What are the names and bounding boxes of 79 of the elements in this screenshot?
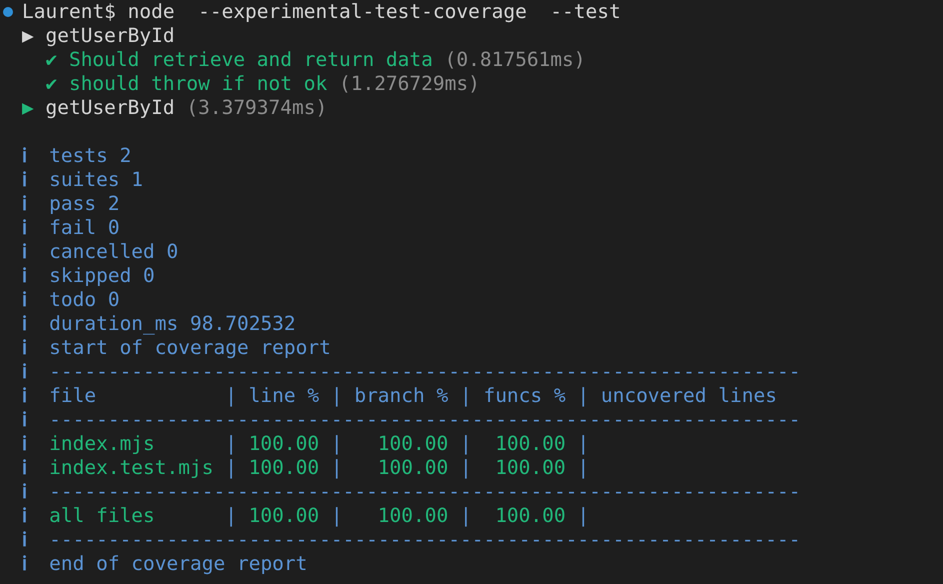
info-text: tests 2 [49, 144, 132, 168]
info-text: cancelled 0 [49, 240, 178, 264]
check-icon: ✔ [45, 48, 58, 72]
table-cell-text: 100.00 [494, 504, 567, 528]
column-separator: | [330, 456, 343, 480]
table-cell-text: index.mjs [49, 432, 156, 456]
column-separator: | [460, 384, 472, 408]
column-separator: | [225, 504, 237, 528]
duration-text: (3.379374ms) [186, 96, 328, 120]
column-separator: | [225, 384, 237, 408]
info-text: end of coverage report [49, 552, 308, 576]
info-icon: ℹ [22, 552, 36, 576]
info-icon: ℹ [22, 528, 36, 552]
column-separator: | [577, 432, 590, 456]
info-icon: ℹ [22, 144, 36, 168]
info-icon: ℹ [22, 192, 36, 216]
table-cell-text: 100.00 [494, 456, 567, 480]
column-separator: | [330, 432, 343, 456]
info-text: suites 1 [49, 168, 144, 192]
table-cell-text: 100.00 [494, 432, 567, 456]
table-cell-text: 100.00 [248, 456, 320, 480]
column-header: line % [248, 384, 320, 408]
suite-marker: ▶ [22, 96, 34, 120]
suite-name: getUserById [45, 24, 175, 48]
table-rule: ---------------------------------------------------------------- [49, 408, 800, 432]
check-icon: ✔ [45, 72, 58, 96]
column-header: branch % [353, 384, 450, 408]
info-icon: ℹ [22, 480, 36, 504]
info-icon: ℹ [22, 336, 36, 360]
column-header: file [49, 384, 98, 408]
duration-text: (1.276729ms) [338, 72, 480, 96]
column-header: uncovered lines [600, 384, 777, 408]
table-cell-text: 100.00 [376, 432, 450, 456]
column-separator: | [330, 504, 343, 528]
table-cell-text: 100.00 [376, 504, 450, 528]
test-name: should throw if not ok [68, 72, 328, 96]
info-icon: ℹ [22, 360, 36, 384]
column-separator: | [577, 504, 590, 528]
info-icon: ℹ [22, 264, 36, 288]
table-rule: ---------------------------------------------------------------- [49, 480, 800, 504]
column-separator: | [225, 432, 237, 456]
info-text: duration_ms 98.702532 [49, 312, 296, 336]
table-cell-text: 100.00 [248, 432, 320, 456]
table-rule: ---------------------------------------------------------------- [49, 360, 800, 384]
info-icon: ℹ [22, 168, 36, 192]
column-separator: | [577, 384, 590, 408]
info-text: todo 0 [49, 288, 120, 312]
info-icon: ℹ [22, 216, 36, 240]
table-rule: ---------------------------------------------------------------- [49, 528, 800, 552]
info-text: fail 0 [49, 216, 120, 240]
info-icon: ℹ [22, 408, 36, 432]
command-text: node --experimental-test-coverage --test [128, 0, 621, 24]
test-name: Should retrieve and return data [68, 48, 433, 72]
column-separator: | [460, 432, 472, 456]
column-separator: | [225, 456, 237, 480]
info-text: start of coverage report [49, 336, 331, 360]
column-separator: | [577, 456, 590, 480]
duration-text: (0.817561ms) [444, 48, 586, 72]
status-dot-icon [3, 7, 13, 17]
column-separator: | [460, 504, 472, 528]
table-cell-text: 100.00 [376, 456, 450, 480]
suite-name: getUserById [45, 96, 175, 120]
info-icon: ℹ [22, 288, 36, 312]
table-cell-text: 100.00 [248, 504, 320, 528]
suite-marker: ▶ [22, 24, 34, 48]
info-icon: ℹ [22, 312, 36, 336]
info-text: pass 2 [49, 192, 120, 216]
column-separator: | [330, 384, 343, 408]
column-header: funcs % [482, 384, 567, 408]
info-text: skipped 0 [49, 264, 155, 288]
info-icon: ℹ [22, 240, 36, 264]
info-icon: ℹ [22, 432, 36, 456]
table-cell-text: all files [49, 504, 156, 528]
info-icon: ℹ [22, 456, 36, 480]
info-icon: ℹ [22, 504, 36, 528]
info-icon: ℹ [22, 384, 36, 408]
prompt-text: Laurent$ [22, 0, 116, 24]
table-cell-text: index.test.mjs [49, 456, 214, 480]
column-separator: | [460, 456, 472, 480]
